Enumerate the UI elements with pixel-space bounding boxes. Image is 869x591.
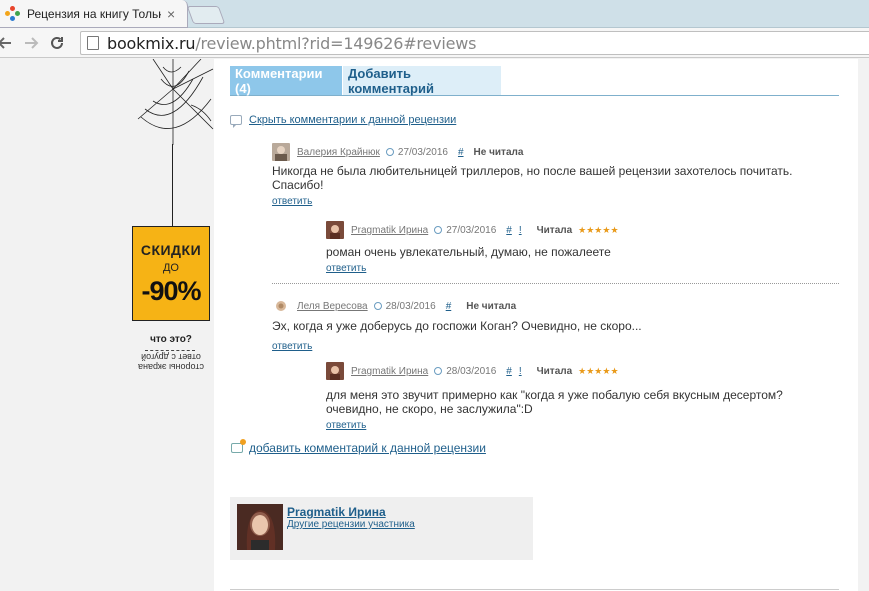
comment-author[interactable]: Леля Вересова [297,301,368,312]
comment-item: Pragmatik Ирина 27/03/2016 # ! Читала ★★… [326,221,826,274]
url-path: /review.phtml?rid=149626#reviews [195,33,477,53]
tab-comments[interactable]: Комментарии (4) [230,66,342,96]
author-card: Pragmatik Ирина Другие рецензии участник… [230,497,533,560]
comment-date: 27/03/2016 [446,224,497,236]
author-name-link[interactable]: Pragmatik Ирина [287,505,386,519]
comment-divider [272,283,839,284]
add-comment-icon [231,439,246,453]
address-bar[interactable]: bookmix.ru/review.phtml?rid=149626#revie… [80,31,869,55]
reply-link[interactable]: ответить [326,420,366,431]
browser-toolbar: bookmix.ru/review.phtml?rid=149626#revie… [0,28,869,58]
author-photo[interactable] [237,504,283,550]
favicon-icon [5,5,21,22]
comment-text: Эх, когда я уже доберусь до госпожи Кога… [272,319,642,333]
add-comment-row[interactable]: добавить комментарий к данной рецензии [231,439,486,455]
sale-banner[interactable]: СКИДКИ ДО -90% [132,226,210,321]
rating-stars: ★★★★★ [578,365,619,376]
comment-date: 28/03/2016 [385,300,436,312]
back-arrow-icon[interactable] [0,30,18,56]
promo-divider [145,350,195,351]
avatar[interactable] [272,143,290,161]
forward-arrow-icon[interactable] [18,30,44,56]
comment-meta: Pragmatik Ирина 27/03/2016 # ! Читала ★★… [326,221,826,239]
comment-text: для меня это звучит примерно как "когда … [326,388,783,416]
reading-status: Не читала [473,146,524,158]
comment-date: 28/03/2016 [446,365,497,377]
new-tab-button[interactable] [186,6,226,24]
reading-status: Читала [536,224,573,236]
avatar[interactable] [326,221,344,239]
comment-text: роман очень увлекательный, думаю, не пож… [326,245,611,259]
flipped-line-1: ответ с другой [141,352,201,362]
sale-promo[interactable]: СКИДКИ ДО -90% что это? стороны экрана о… [128,59,214,389]
author-other-reviews-link[interactable]: Другие рецензии участника [287,519,415,530]
sale-text-1: СКИДКИ [140,242,202,258]
comment-author[interactable]: Валерия Крайнюк [297,147,380,158]
comment-item: Валерия Крайнюк 27/03/2016 # Не читала Н… [272,143,812,207]
report-link[interactable]: ! [519,225,522,236]
comment-item: Pragmatik Ирина 28/03/2016 # ! Читала ★★… [326,362,838,431]
clock-icon [373,302,382,310]
url-host: bookmix.ru [107,33,196,53]
flipped-line-2: стороны экрана [138,362,204,372]
avatar[interactable] [326,362,344,380]
comment-permalink[interactable]: # [506,366,512,377]
clock-icon [434,367,443,375]
comment-author[interactable]: Pragmatik Ирина [351,225,428,236]
comment-permalink[interactable]: # [506,225,512,236]
comment-meta: Валерия Крайнюк 27/03/2016 # Не читала [272,143,812,161]
reload-icon[interactable] [44,30,70,56]
page-icon [87,36,99,50]
comment-permalink[interactable]: # [446,301,452,312]
add-comment-link[interactable]: добавить комментарий к данной рецензии [249,441,486,455]
comment-author[interactable]: Pragmatik Ирина [351,366,428,377]
comment-text: Никогда не была любительницей триллеров,… [272,164,793,192]
comment-meta: Леля Вересова 28/03/2016 # Не читала [272,297,812,315]
tab-close-icon[interactable]: × [167,6,175,22]
sale-text-2: ДО [162,262,179,274]
hide-comments-link[interactable]: Скрыть комментарии к данной рецензии [249,114,456,126]
sale-text-3: -90% [141,276,201,306]
reply-link[interactable]: ответить [326,263,366,274]
comment-item: Леля Вересова 28/03/2016 # Не читала Эх,… [272,297,812,352]
browser-tabstrip: Рецензия на книгу Тольк × [0,0,869,28]
report-link[interactable]: ! [519,366,522,377]
comment-date: 27/03/2016 [397,146,448,158]
hide-comments-row[interactable]: Скрыть комментарии к данной рецензии [230,114,456,128]
reply-link[interactable]: ответить [272,196,312,207]
promo-what-link[interactable]: что это? [128,334,214,345]
reading-status: Читала [536,365,573,377]
rating-stars: ★★★★★ [578,224,619,235]
reply-link[interactable]: ответить [272,341,312,352]
reading-status: Не читала [466,300,517,312]
comment-permalink[interactable]: # [458,147,464,158]
comment-meta: Pragmatik Ирина 28/03/2016 # ! Читала ★★… [326,362,838,380]
tab-title: Рецензия на книгу Тольк [27,6,161,21]
spider-web-icon [137,59,214,145]
comment-tabs: Комментарии (4) Добавить комментарий [230,66,839,96]
bottom-divider [230,589,839,590]
browser-tab[interactable]: Рецензия на книгу Тольк × [0,0,188,28]
clock-icon [434,226,443,234]
speech-bubble-icon [230,115,242,128]
tab-add-comment[interactable]: Добавить комментарий [343,66,501,96]
clock-icon [385,148,394,156]
avatar[interactable] [272,297,290,315]
promo-flipped-text: стороны экрана ответ с другой [128,352,214,372]
